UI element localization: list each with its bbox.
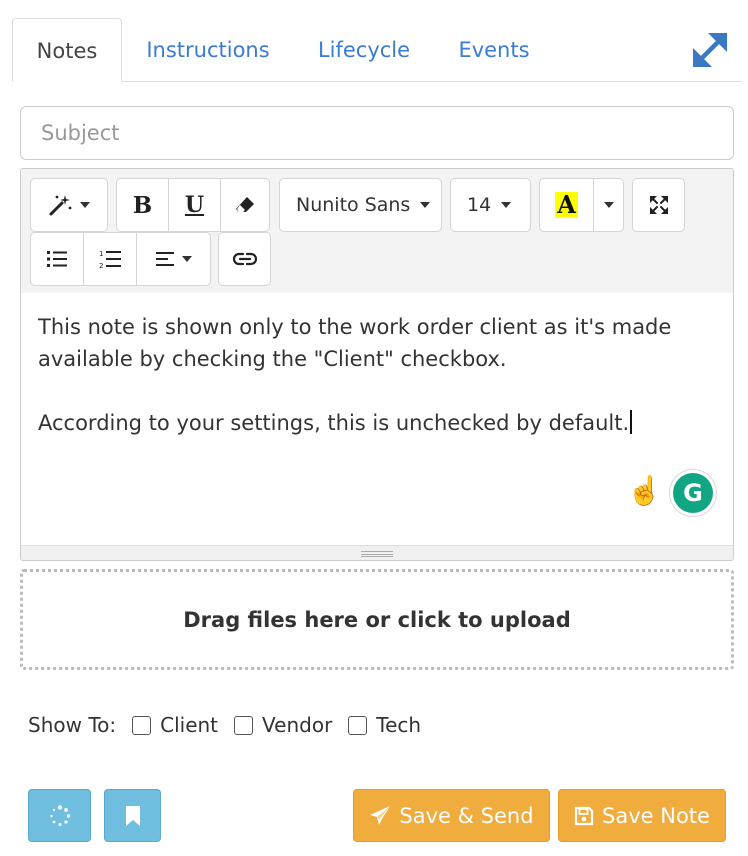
font-family-dropdown[interactable]: Nunito Sans (279, 178, 442, 232)
text-color-dropdown[interactable] (594, 179, 623, 231)
grammarly-icon: G (673, 473, 713, 513)
dropzone-label: Drag files here or click to upload (183, 607, 571, 632)
grip-icon (361, 551, 393, 557)
eraser-icon (236, 197, 254, 212)
format-button-group: B U (116, 178, 270, 232)
text-cursor (630, 410, 633, 434)
checkbox-label: Tech (376, 713, 422, 737)
checkbox-label: Client (160, 713, 219, 737)
highlight-letter: A (555, 190, 578, 219)
file-upload-dropzone[interactable]: Drag files here or click to upload (20, 569, 734, 670)
note-paragraph: This note is shown only to the work orde… (38, 315, 672, 371)
chevron-down-icon (181, 256, 192, 262)
save-note-button[interactable]: Save Note (558, 789, 726, 842)
template-button[interactable] (104, 789, 161, 842)
tab-instructions[interactable]: Instructions (134, 18, 282, 82)
underline-button[interactable]: U (169, 179, 220, 231)
fullscreen-icon (649, 196, 668, 214)
clear-format-button[interactable] (221, 179, 269, 231)
fullscreen-button[interactable] (632, 178, 685, 232)
font-family-label: Nunito Sans (296, 194, 411, 216)
show-to-row: Show To: Client Vendor Tech (28, 708, 437, 742)
paragraph-align-dropdown[interactable] (137, 233, 210, 285)
checkbox-box[interactable] (234, 715, 254, 735)
editor-resize-handle[interactable] (21, 545, 733, 560)
tab-lifecycle[interactable]: Lifecycle (304, 18, 424, 82)
chevron-down-icon (420, 202, 431, 208)
paper-plane-icon (370, 805, 391, 825)
bookmark-icon (125, 805, 140, 826)
pointing-hand-icon: ☝️ (627, 474, 662, 507)
text-color-group: A (539, 178, 624, 232)
text-color-button[interactable]: A (540, 179, 593, 231)
magic-wand-icon (49, 195, 72, 216)
numbered-list-icon: 1 2 (99, 250, 121, 269)
font-size-label: 14 (467, 194, 492, 216)
floppy-disk-icon (574, 806, 594, 825)
rich-text-editor: B U Nunito Sans 14 A 1 2 This note is sh… (20, 168, 734, 561)
bullet-list-icon (47, 251, 67, 267)
align-left-icon (155, 252, 174, 266)
editor-toolbar: B U Nunito Sans 14 A 1 2 (21, 169, 733, 293)
client-checkbox[interactable]: Client (132, 713, 218, 737)
svg-text:1: 1 (99, 250, 103, 258)
show-to-label: Show To: (28, 713, 117, 737)
tab-notes[interactable]: Notes (12, 18, 122, 82)
unordered-list-button[interactable] (31, 233, 83, 285)
note-paragraph: According to your settings, this is unch… (38, 407, 716, 439)
insert-link-button[interactable] (218, 232, 271, 286)
ordered-list-button[interactable]: 1 2 (84, 233, 136, 285)
vendor-checkbox[interactable]: Vendor (234, 713, 332, 737)
tab-bar: Notes Instructions Lifecycle Events (0, 0, 748, 82)
spinner-icon (49, 804, 70, 826)
checkbox-label: Vendor (262, 713, 333, 737)
tab-events[interactable]: Events (444, 18, 544, 82)
editor-content[interactable]: This note is shown only to the work orde… (21, 293, 733, 545)
subject-input[interactable] (20, 106, 734, 160)
save-and-send-label: Save & Send (399, 803, 534, 828)
tech-checkbox[interactable]: Tech (348, 713, 421, 737)
link-icon (232, 252, 257, 266)
note-paragraph-text: According to your settings, this is unch… (38, 411, 630, 435)
checkbox-box[interactable] (348, 715, 368, 735)
font-size-dropdown[interactable]: 14 (450, 178, 531, 232)
svg-text:2: 2 (99, 262, 103, 269)
save-and-send-button[interactable]: Save & Send (353, 789, 550, 842)
style-dropdown[interactable] (30, 178, 108, 232)
loading-button[interactable] (28, 789, 91, 842)
save-note-label: Save Note (602, 803, 710, 828)
chevron-down-icon (501, 202, 512, 208)
expand-arrows-icon[interactable] (688, 28, 732, 72)
grammarly-button[interactable]: G (669, 469, 717, 517)
chevron-down-icon (80, 202, 90, 208)
checkbox-box[interactable] (132, 715, 152, 735)
chevron-down-icon (603, 202, 614, 208)
bold-button[interactable]: B (117, 179, 168, 231)
list-button-group: 1 2 (30, 232, 211, 286)
